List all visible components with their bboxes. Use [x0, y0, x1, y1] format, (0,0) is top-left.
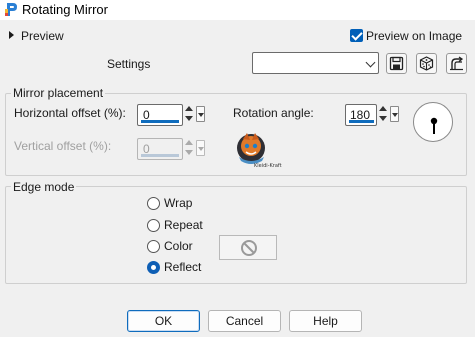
edge-mode-wrap-radio[interactable]	[147, 197, 160, 210]
edge-color-swatch[interactable]	[219, 235, 277, 260]
horizontal-offset-slider[interactable]	[141, 120, 179, 123]
settings-label: Settings	[107, 57, 151, 71]
randomize-button[interactable]	[416, 53, 437, 74]
spin-up-icon[interactable]	[379, 106, 387, 111]
no-color-icon	[241, 240, 257, 256]
edge-mode-title: Edge mode	[11, 180, 77, 194]
spin-down-icon[interactable]	[379, 116, 387, 121]
vertical-offset-spinner	[185, 139, 193, 157]
help-button[interactable]: Help	[289, 310, 362, 332]
ok-button[interactable]: OK	[127, 310, 200, 332]
watermark-text: Kleidi-Kraft	[254, 163, 282, 169]
dropdown-arrow-icon	[392, 113, 398, 117]
edge-mode-wrap-label[interactable]: Wrap	[164, 196, 192, 210]
edge-mode-repeat-label[interactable]: Repeat	[164, 218, 203, 232]
spin-down-icon[interactable]	[185, 116, 193, 121]
rotation-angle-label: Rotation angle:	[233, 106, 314, 120]
horizontal-offset-dropdown[interactable]	[196, 106, 205, 122]
horizontal-offset-input[interactable]: 0	[137, 104, 183, 126]
dropdown-arrow-icon	[198, 113, 204, 117]
vertical-offset-input: 0	[137, 138, 183, 160]
preview-on-image-label[interactable]: Preview on Image	[366, 29, 462, 43]
preview-toggle-label[interactable]: Preview	[21, 29, 64, 43]
edge-mode-color-label[interactable]: Color	[164, 239, 193, 253]
rotation-angle-dial[interactable]	[413, 102, 453, 142]
edge-mode-color-radio[interactable]	[147, 240, 160, 253]
rotation-angle-spinner[interactable]	[379, 105, 387, 123]
vertical-offset-slider	[141, 154, 179, 157]
spin-down-icon	[185, 150, 193, 155]
app-logo-icon	[5, 3, 17, 16]
title-bar: Rotating Mirror	[0, 0, 475, 20]
spin-up-icon[interactable]	[185, 106, 193, 111]
settings-preset-dropdown[interactable]	[252, 52, 379, 74]
dial-needle-icon	[430, 117, 438, 134]
reset-defaults-button[interactable]	[446, 53, 467, 74]
rotation-angle-slider[interactable]	[349, 120, 374, 123]
watermark-logo: Kleidi-Kraft	[237, 133, 282, 169]
reset-icon	[450, 56, 464, 71]
window-title: Rotating Mirror	[22, 2, 108, 17]
chevron-down-icon	[365, 57, 376, 68]
rotation-angle-dropdown[interactable]	[390, 106, 399, 122]
mirror-placement-title: Mirror placement	[11, 86, 106, 100]
save-preset-button[interactable]	[386, 53, 407, 74]
cancel-button[interactable]: Cancel	[208, 310, 281, 332]
edge-mode-reflect-radio[interactable]	[147, 261, 160, 274]
vertical-offset-label: Vertical offset (%):	[14, 139, 112, 153]
horizontal-offset-label: Horizontal offset (%):	[14, 106, 126, 120]
preview-on-image-checkbox[interactable]	[350, 29, 363, 42]
preview-expand-icon[interactable]	[9, 31, 14, 39]
edge-mode-repeat-radio[interactable]	[147, 219, 160, 232]
dice-icon	[419, 56, 434, 71]
horizontal-offset-spinner[interactable]	[185, 105, 193, 123]
spin-up-icon	[185, 140, 193, 145]
save-icon	[389, 56, 404, 71]
edge-mode-reflect-label[interactable]: Reflect	[164, 260, 201, 274]
vertical-offset-dropdown	[196, 140, 205, 156]
dropdown-arrow-icon	[198, 147, 204, 151]
rotation-angle-input[interactable]: 180	[345, 104, 377, 126]
